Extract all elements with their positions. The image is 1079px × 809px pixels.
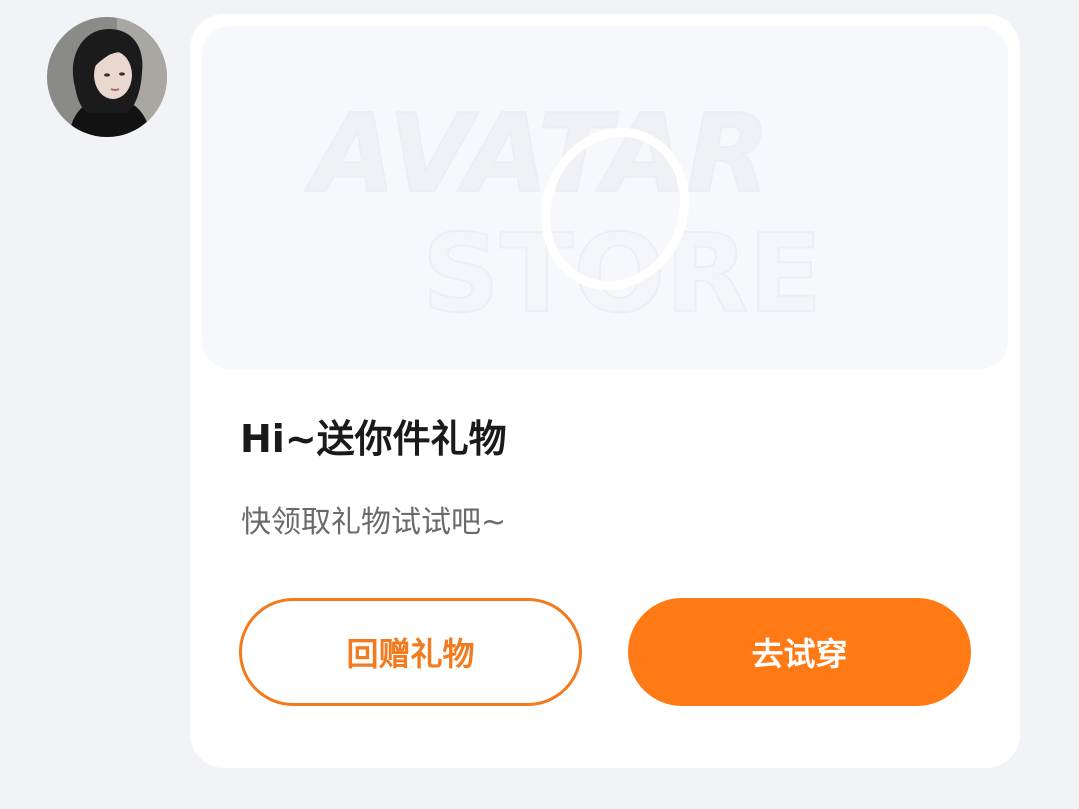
- gift-title: Hi~送你件礼物: [240, 417, 507, 461]
- try-on-button[interactable]: 去试穿: [628, 598, 971, 706]
- sender-avatar[interactable]: [47, 17, 167, 137]
- gift-subtitle: 快领取礼物试试吧~: [241, 505, 507, 540]
- watermark-store: STORE: [422, 212, 822, 337]
- return-gift-button[interactable]: 回赠礼物: [239, 598, 582, 706]
- watermark-avatar: AVATAR: [304, 92, 770, 217]
- gift-banner: AVATAR STORE: [202, 26, 1008, 369]
